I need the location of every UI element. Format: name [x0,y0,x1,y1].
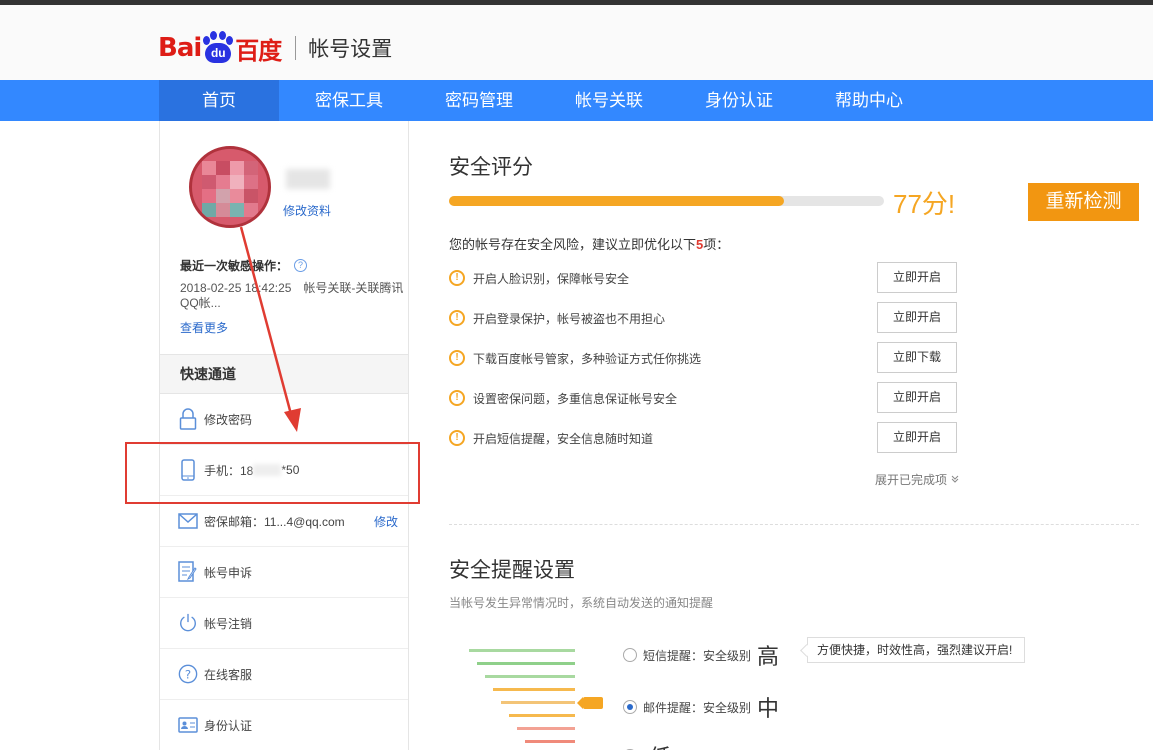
option-label: 邮件提醒：安全级别 [643,700,752,715]
quick-item-appeal[interactable]: 帐号申诉 [160,547,408,598]
help-icon: ? [178,663,198,685]
task-text: 开启登录保护，帐号被盗也不用担心 [473,311,666,326]
section-divider [449,524,1139,525]
current-level-marker [577,697,603,709]
nav-identity[interactable]: 身份认证 [679,80,799,121]
risk-summary: 您的帐号存在安全风险，建议立即优化以下5项： [449,234,729,253]
score-progress-fill [449,196,784,206]
document-edit-icon [178,561,198,583]
quick-item-label: 帐号注销 [204,616,253,631]
risk-prefix: 您的帐号存在安全风险，建议立即优化以下 [449,237,697,252]
logo-du-text: du [205,43,232,63]
enable-face-button[interactable]: 立即开启 [877,262,957,293]
task-row: ! 开启短信提醒，安全信息随时知道 立即开启 [449,422,957,454]
enable-login-protect-button[interactable]: 立即开启 [877,302,957,333]
main-content: 安全评分 77分! 重新检测 您的帐号存在安全风险，建议立即优化以下5项： ! … [449,121,1153,750]
reminder-title: 安全提醒设置 [449,559,575,582]
quick-item-cancel-account[interactable]: 帐号注销 [160,598,408,649]
download-manager-button[interactable]: 立即下载 [877,342,957,373]
quick-access-title: 快速通道 [160,354,408,394]
email-reminder-option[interactable]: 邮件提醒：安全级别 中 [623,691,779,723]
power-icon [178,612,198,634]
nav-password[interactable]: 密码管理 [419,80,539,121]
task-row: ! 下载百度帐号管家，多种验证方式任你挑选 立即下载 [449,342,957,374]
quick-item-label: 身份认证 [204,718,253,733]
risk-suffix: 项： [703,237,730,252]
sidebar: 修改资料 最近一次敏感操作： ? 2018-02-25 18:42:25 帐号关… [159,121,409,750]
sms-reminder-radio[interactable] [623,648,637,662]
lock-icon [178,408,198,430]
set-question-button[interactable]: 立即开启 [877,382,957,413]
svg-text:?: ? [185,668,191,682]
task-row: ! 开启登录保护，帐号被盗也不用担心 立即开启 [449,302,957,334]
score-progress-bar [449,196,884,206]
option-label: 短信提醒：安全级别 [643,648,752,663]
avatar[interactable] [189,146,271,228]
quick-item-label: 帐号申诉 [204,565,253,580]
quick-item-label: 在线客服 [204,667,253,682]
id-card-icon [178,714,198,736]
low-reminder-option[interactable]: 低 [623,740,671,750]
edit-email-link[interactable]: 修改 [374,513,398,530]
task-text: 下载百度帐号管家，多种验证方式任你挑选 [473,351,702,366]
enable-sms-button[interactable]: 立即开启 [877,422,957,453]
recent-op-label: 最近一次敏感操作： [180,259,289,273]
sms-reminder-option[interactable]: 短信提醒：安全级别 高 [623,639,779,671]
expand-completed-link[interactable]: 展开已完成项 [875,471,960,488]
warning-icon: ! [449,310,465,326]
edit-profile-link[interactable]: 修改资料 [283,202,331,219]
task-text: 设置密保问题，多重信息保证帐号安全 [473,391,678,406]
recheck-button[interactable]: 重新检测 [1028,183,1139,221]
quick-item-change-password[interactable]: 修改密码 [160,394,408,445]
annotation-highlight-box [125,442,420,504]
quick-item-label: 修改密码 [204,412,253,427]
baidu-logo[interactable]: Bai du 百度 帐号设置 [158,25,392,71]
quick-item-online-service[interactable]: ? 在线客服 [160,649,408,700]
warning-icon: ! [449,350,465,366]
chevron-down-icon [950,473,960,487]
nav-security-tools[interactable]: 密保工具 [289,80,409,121]
quick-item-identity[interactable]: 身份认证 [160,700,408,750]
view-more-link[interactable]: 查看更多 [180,319,228,336]
warning-icon: ! [449,270,465,286]
page-title: 帐号设置 [308,38,393,61]
nav-account-link[interactable]: 帐号关联 [549,80,669,121]
task-text: 开启短信提醒，安全信息随时知道 [473,431,654,446]
level-high: 高 [757,644,780,669]
logo-bai-text: Bai [158,33,202,63]
quick-item-label: 密保邮箱：11...4@qq.com [204,514,345,529]
recent-op-title: 最近一次敏感操作： ? [180,257,308,274]
email-reminder-radio[interactable] [623,700,637,714]
level-medium: 中 [757,696,780,721]
recent-op-text: 2018-02-25 18:42:25 帐号关联-关联腾讯QQ帐... [180,281,404,310]
logo-divider [295,36,297,60]
nav-home[interactable]: 首页 [159,80,279,121]
task-text: 开启人脸识别，保障帐号安全 [473,271,630,286]
username-redacted [286,169,330,189]
main-nav: 首页 密保工具 密码管理 帐号关联 身份认证 帮助中心 [0,80,1153,121]
expand-label: 展开已完成项 [875,473,948,487]
sms-tooltip: 方便快捷，时效性高，强烈建议开启! [807,637,1025,663]
score-value: 77分! [893,189,956,219]
header: Bai du 百度 帐号设置 [0,5,1153,80]
warning-icon: ! [449,430,465,446]
task-row: ! 开启人脸识别，保障帐号安全 立即开启 [449,262,957,294]
task-row: ! 设置密保问题，多重信息保证帐号安全 立即开启 [449,382,957,414]
nav-help[interactable]: 帮助中心 [809,80,929,121]
level-low: 低 [649,740,671,750]
security-score-title: 安全评分 [449,156,533,179]
warning-icon: ! [449,390,465,406]
question-icon[interactable]: ? [294,259,308,272]
mail-icon [178,510,198,532]
reminder-subtitle: 当帐号发生异常情况时，系统自动发送的通知提醒 [449,596,714,610]
paw-icon: du [202,31,234,65]
logo-cn-text: 百度 [235,36,282,65]
